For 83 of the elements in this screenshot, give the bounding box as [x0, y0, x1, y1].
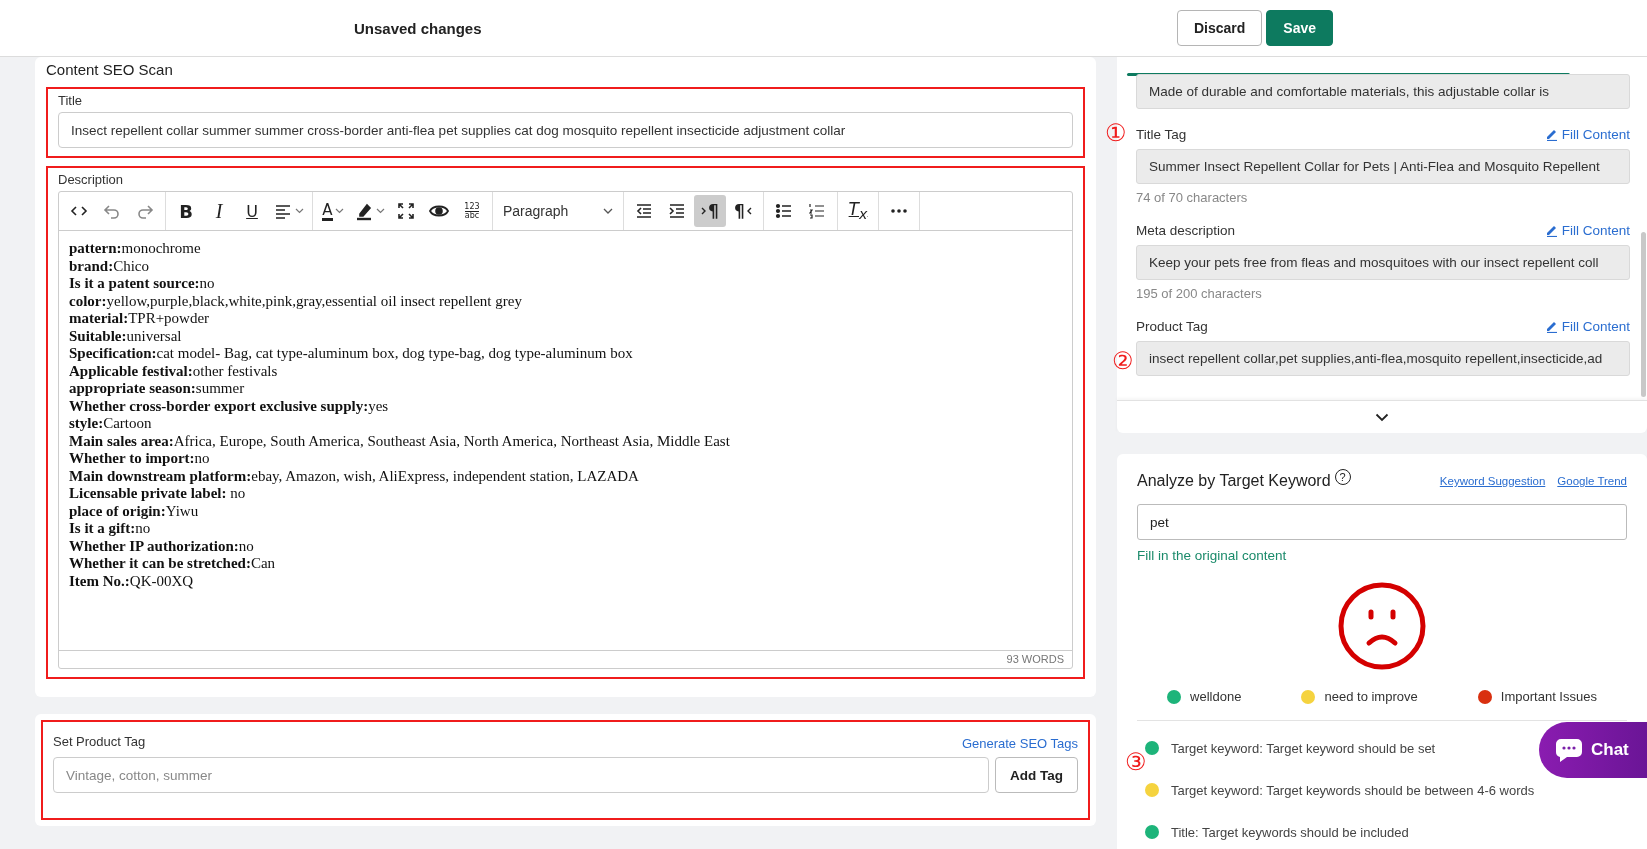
fill-content-link[interactable]: Fill Content: [1545, 126, 1630, 142]
indent-icon: [667, 201, 687, 221]
text-link[interactable]: Google Trend: [1557, 475, 1627, 487]
bold-button[interactable]: B: [170, 195, 202, 227]
field-label: Title Tag: [1136, 126, 1187, 142]
field-label: Meta description: [1136, 222, 1236, 238]
spec-line: Whether IP authorization:no: [69, 537, 255, 555]
spec-line: Item No.:QK-00XQ: [69, 572, 195, 590]
annotation-number: ②: [1112, 348, 1134, 374]
annotation-number: ③: [1125, 749, 1147, 775]
field-label: Product Tag: [1136, 318, 1208, 334]
spec-line: Whether cross-border export exclusive supply:yes: [69, 397, 390, 415]
removeformat-button[interactable]: T$_{x}$: [842, 195, 874, 227]
scrollbar-thumb[interactable]: [1641, 232, 1646, 397]
text-field[interactable]: Made of durable and comfortable materials, this adjustable collar is: [1136, 74, 1630, 109]
spec-line: Specification:cat model- Bag, cat type-aluminum box, dog type-bag, dog type-aluminum box: [69, 345, 634, 363]
text-link[interactable]: Keyword Suggestion: [1439, 475, 1546, 487]
annotation-number: ①: [1105, 120, 1127, 146]
card-heading: Content SEO Scan: [46, 60, 174, 80]
text-field[interactable]: insect repellent collar,pet supplies,anti-flea,mosquito repellent,insecticide,ad: [1136, 341, 1630, 376]
format-select[interactable]: Paragraph: [497, 195, 619, 227]
legend-label: welldone: [1190, 689, 1242, 704]
pencil-icon: [1545, 223, 1558, 237]
character-count: 74 of 70 characters: [1136, 190, 1249, 205]
wordcount-button[interactable]: 123 abc: [456, 195, 488, 227]
spec-line: Suitable:universal: [69, 327, 183, 345]
chat-button[interactable]: Chat: [1539, 722, 1647, 778]
tag-input-field[interactable]: Vintage, cotton, summer: [53, 757, 989, 793]
word-count: 93 WORDS: [1006, 653, 1064, 665]
spec-line: brand:Chico: [69, 257, 151, 275]
generate-tags-link[interactable]: Generate SEO Tags: [961, 736, 1078, 751]
pencil-icon: [1545, 319, 1558, 333]
text-field[interactable]: Keep your pets free from fleas and mosquitoes with our insect repellent coll: [1136, 245, 1630, 280]
check-text: Target keyword: Target keyword should be set: [1171, 740, 1436, 756]
check-text: Title: Target keywords should be included: [1171, 824, 1409, 840]
text-field[interactable]: Summer Insect Repellent Collar for Pets | Anti-Flea and Mosquito Repellent: [1136, 149, 1630, 184]
spec-line: pattern:monochrome: [69, 240, 202, 258]
character-count: 195 of 200 characters: [1136, 286, 1263, 301]
spec-line: Whether to import:no: [69, 450, 211, 468]
fill-content-link[interactable]: Fill Content: [1545, 222, 1630, 238]
bullet-list-icon: [774, 201, 794, 221]
fullscreen-icon: [396, 201, 416, 221]
rtl-button[interactable]: ¶: [727, 195, 759, 227]
spec-line: color:yellow,purple,black,white,pink,gray,essential oil insect repellent grey: [69, 292, 523, 310]
check-text: Target keyword: Target keywords should be between 4-6 words: [1171, 782, 1535, 798]
marker-icon: [354, 201, 374, 221]
spec-line: Main downstream platform:ebay, Amazon, wish, AliExpress, independent station, LAZADA: [69, 467, 640, 485]
spec-line: Licensable private label: no: [69, 485, 247, 503]
spec-line: Main sales area:Africa, Europe, South America, Southeast Asia, North America, Northeast Asia, Middle East: [69, 432, 731, 450]
keyword-field[interactable]: pet: [1137, 504, 1627, 540]
pencil-icon: [1545, 127, 1558, 141]
field-label: Title: [58, 93, 84, 108]
ltr-button[interactable]: ¶: [694, 195, 726, 227]
hint-text: Fill in the original content: [1137, 548, 1288, 563]
status-title: Unsaved changes: [354, 19, 483, 37]
spec-line: Is it a patent source:no: [69, 275, 216, 293]
chat-bubble-icon: [1555, 737, 1583, 763]
chevron-down-icon[interactable]: [1375, 412, 1389, 422]
spec-line: appropriate season:summer: [69, 380, 246, 398]
field-label: Description: [58, 172, 125, 187]
title-field[interactable]: Insect repellent collar summer summer cross-border anti-flea pet supplies cat dog mosquito repellent insecticide adjustment collar: [58, 112, 1073, 148]
discard-button[interactable]: Discard: [1176, 10, 1263, 46]
legend-label: Important Issues: [1500, 689, 1597, 704]
spec-line: style:Cartoon: [69, 415, 153, 433]
add-tag-button[interactable]: Add Tag: [995, 757, 1078, 793]
save-button[interactable]: Save: [1266, 10, 1333, 46]
field-label: Set Product Tag: [53, 734, 146, 749]
more-icon: [891, 209, 907, 213]
numbered-list-icon: [807, 201, 827, 221]
legend-label: need to improve: [1324, 689, 1418, 704]
spec-line: Applicable festival:other festivals: [69, 362, 279, 380]
spec-line: place of origin:Yiwu: [69, 502, 200, 520]
italic-button[interactable]: I: [203, 195, 235, 227]
outdent-icon: [634, 201, 654, 221]
spec-line: Whether it can be stretched:Can: [69, 555, 277, 573]
spec-line: material:TPR+powder: [69, 310, 211, 328]
forecolor-button[interactable]: A: [317, 195, 349, 227]
card-heading: Analyze by Target Keyword: [1137, 472, 1331, 490]
sad-face-icon: [1337, 581, 1427, 671]
caret-icon: [603, 208, 613, 214]
spec-line: Is it a gift:no: [69, 520, 152, 538]
fill-content-link[interactable]: Fill Content: [1545, 318, 1630, 334]
underline-button[interactable]: U: [236, 195, 268, 227]
